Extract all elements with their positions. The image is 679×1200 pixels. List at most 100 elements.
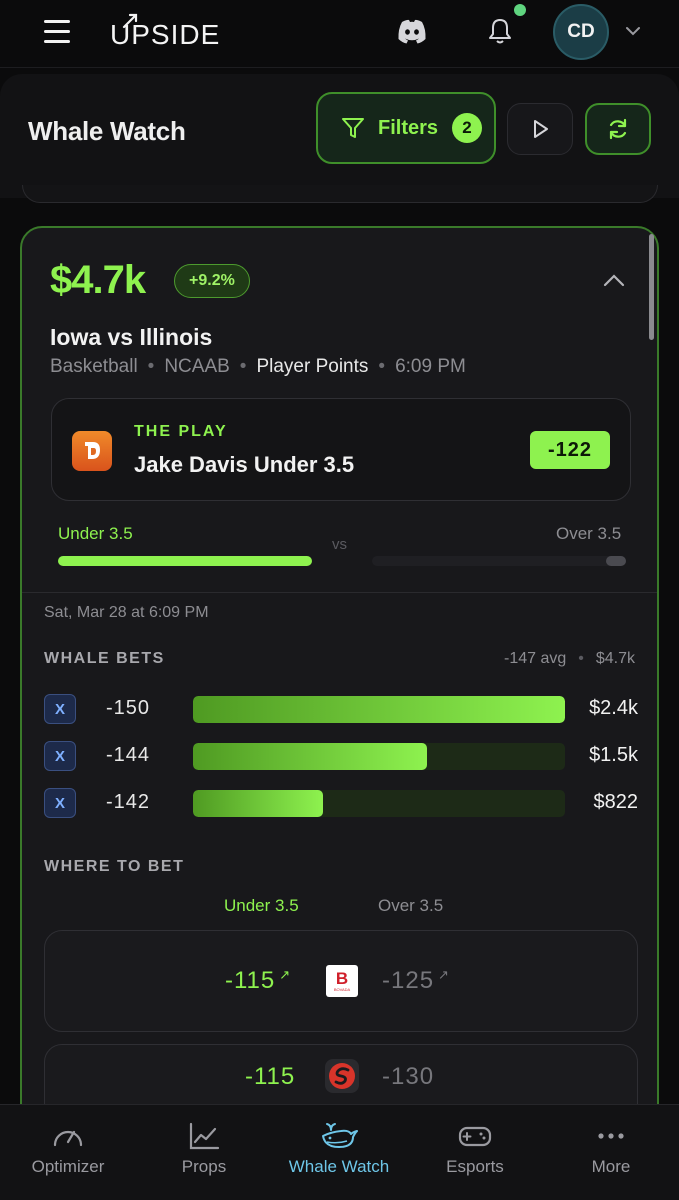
play-icon bbox=[534, 120, 548, 138]
bet-odds: -150 bbox=[106, 697, 151, 719]
nav-label: Optimizer bbox=[31, 1157, 105, 1176]
page-title: Whale Watch bbox=[28, 116, 186, 146]
bet-bar-fill bbox=[193, 743, 428, 770]
chevron-down-icon[interactable] bbox=[624, 24, 642, 38]
the-play-box[interactable]: THE PLAY Jake Davis Under 3.5 -122 bbox=[51, 398, 631, 501]
under-odds: -115 bbox=[225, 967, 276, 994]
change-badge: +9.2% bbox=[174, 264, 250, 298]
meta-sport: Basketball bbox=[50, 356, 138, 377]
bet-date: Sat, Mar 28 at 6:09 PM bbox=[44, 604, 209, 621]
bovada-logo-wordmark: BOVADA bbox=[333, 987, 351, 992]
external-link-icon: ↗ bbox=[438, 967, 450, 982]
bet-amount: $2.4k bbox=[589, 697, 638, 719]
chevron-up-icon[interactable] bbox=[602, 272, 626, 288]
over-odds[interactable]: -130 bbox=[382, 1063, 434, 1091]
bet-odds: -144 bbox=[106, 744, 151, 766]
draftkings-pick6-logo-icon bbox=[72, 431, 112, 471]
nav-more[interactable]: More bbox=[543, 1121, 679, 1177]
whale-bets-total: $4.7k bbox=[595, 650, 635, 667]
bet-total-amount: $4.7k bbox=[50, 258, 146, 302]
summary-separator: • bbox=[578, 650, 584, 667]
filter-icon bbox=[342, 118, 364, 138]
whale-bets-avg: -147 avg bbox=[503, 650, 567, 667]
gamepad-icon bbox=[458, 1126, 492, 1147]
swirl-book-logo-icon bbox=[325, 1059, 359, 1093]
bet-bar-track bbox=[193, 790, 565, 817]
split-over-track bbox=[372, 556, 626, 566]
bet-bar-track bbox=[193, 696, 565, 723]
whale-bets-summary: -147 avg • $4.7k bbox=[504, 650, 635, 668]
nav-label: Whale Watch bbox=[288, 1157, 390, 1176]
whale-bet-row[interactable]: X -150 $2.4k bbox=[44, 694, 638, 724]
bottom-nav: Optimizer Props Whale Watch Esports More bbox=[0, 1104, 679, 1200]
meta-time: 6:09 PM bbox=[395, 356, 466, 377]
page-header: Whale Watch Filters 2 bbox=[0, 74, 679, 198]
meta-separator: • bbox=[239, 356, 247, 377]
bell-icon[interactable] bbox=[486, 16, 514, 46]
whale-bet-row[interactable]: X -142 $822 bbox=[44, 788, 638, 818]
nav-label: More bbox=[591, 1157, 631, 1176]
nav-props[interactable]: Props bbox=[136, 1121, 272, 1177]
x-book-icon: X bbox=[44, 788, 76, 818]
whale-bets-label: WHALE BETS bbox=[44, 650, 165, 667]
more-dots-icon bbox=[598, 1133, 624, 1139]
over-odds-link[interactable]: -125 ↗ bbox=[382, 967, 450, 995]
refresh-button[interactable] bbox=[585, 103, 651, 155]
bet-amount: $1.5k bbox=[589, 744, 638, 766]
split-over-bar bbox=[606, 556, 626, 566]
split-vs-label: vs bbox=[332, 536, 347, 553]
whale-bet-card[interactable]: $4.7k +9.2% Iowa vs Illinois Basketball … bbox=[20, 226, 659, 1126]
bet-bar-fill bbox=[193, 790, 324, 817]
split-right-label: Over 3.5 bbox=[556, 524, 622, 543]
matchup-title: Iowa vs Illinois bbox=[50, 324, 213, 350]
filters-count-badge: 2 bbox=[452, 113, 483, 143]
meta-league: NCAAB bbox=[164, 356, 230, 377]
gauge-icon bbox=[53, 1130, 83, 1147]
meta-separator: • bbox=[378, 356, 386, 377]
filters-label: Filters bbox=[378, 116, 439, 139]
play-button[interactable] bbox=[507, 103, 573, 155]
previous-card-edge bbox=[22, 185, 658, 203]
where-under-header: Under 3.5 bbox=[224, 896, 299, 915]
menu-icon[interactable] bbox=[44, 20, 70, 43]
play-selection: Jake Davis Under 3.5 bbox=[134, 452, 355, 477]
bet-amount: $822 bbox=[593, 791, 639, 813]
meta-separator: • bbox=[147, 356, 155, 377]
meta-market: Player Points bbox=[256, 356, 369, 377]
refresh-icon bbox=[609, 118, 627, 140]
chart-line-icon bbox=[189, 1122, 220, 1150]
external-link-icon: ↗ bbox=[279, 967, 292, 982]
split-under-bar bbox=[58, 556, 312, 566]
x-book-icon: X bbox=[44, 694, 76, 724]
divider bbox=[22, 592, 657, 593]
under-odds[interactable]: -115 bbox=[245, 1063, 295, 1091]
nav-label: Props bbox=[181, 1157, 227, 1176]
where-to-bet-label: WHERE TO BET bbox=[44, 858, 185, 875]
logo-arrow-icon bbox=[122, 13, 138, 29]
x-book-icon: X bbox=[44, 741, 76, 771]
bovada-logo-icon: B BOVADA bbox=[326, 965, 358, 997]
split-left-label: Under 3.5 bbox=[58, 524, 133, 543]
upside-logo[interactable]: UPSIDE bbox=[110, 13, 220, 51]
nav-esports[interactable]: Esports bbox=[407, 1121, 543, 1177]
bet-bar-fill bbox=[193, 696, 565, 723]
notification-dot bbox=[514, 4, 526, 16]
scrollbar[interactable] bbox=[649, 234, 654, 340]
bovada-logo-letter: B bbox=[335, 969, 349, 988]
over-odds: -125 bbox=[382, 967, 435, 994]
bet-bar-track bbox=[193, 743, 565, 770]
play-odds-badge[interactable]: -122 bbox=[530, 431, 610, 469]
nav-whale-watch[interactable]: Whale Watch bbox=[271, 1121, 407, 1177]
game-meta: Basketball • NCAAB • Player Points • 6:0… bbox=[50, 356, 466, 378]
top-bar: UPSIDE CD bbox=[0, 0, 679, 68]
avatar[interactable]: CD bbox=[553, 4, 609, 60]
whale-bet-row[interactable]: X -144 $1.5k bbox=[44, 741, 638, 771]
nav-optimizer[interactable]: Optimizer bbox=[0, 1121, 136, 1177]
filters-button[interactable]: Filters 2 bbox=[316, 92, 496, 164]
nav-label: Esports bbox=[446, 1157, 504, 1176]
play-kicker: THE PLAY bbox=[134, 423, 228, 440]
sportsbook-row[interactable]: -115 ↗ B BOVADA -125 ↗ bbox=[44, 930, 638, 1032]
where-over-header: Over 3.5 bbox=[378, 896, 444, 915]
under-odds-link[interactable]: -115 ↗ bbox=[225, 967, 291, 995]
discord-icon[interactable] bbox=[396, 18, 428, 46]
